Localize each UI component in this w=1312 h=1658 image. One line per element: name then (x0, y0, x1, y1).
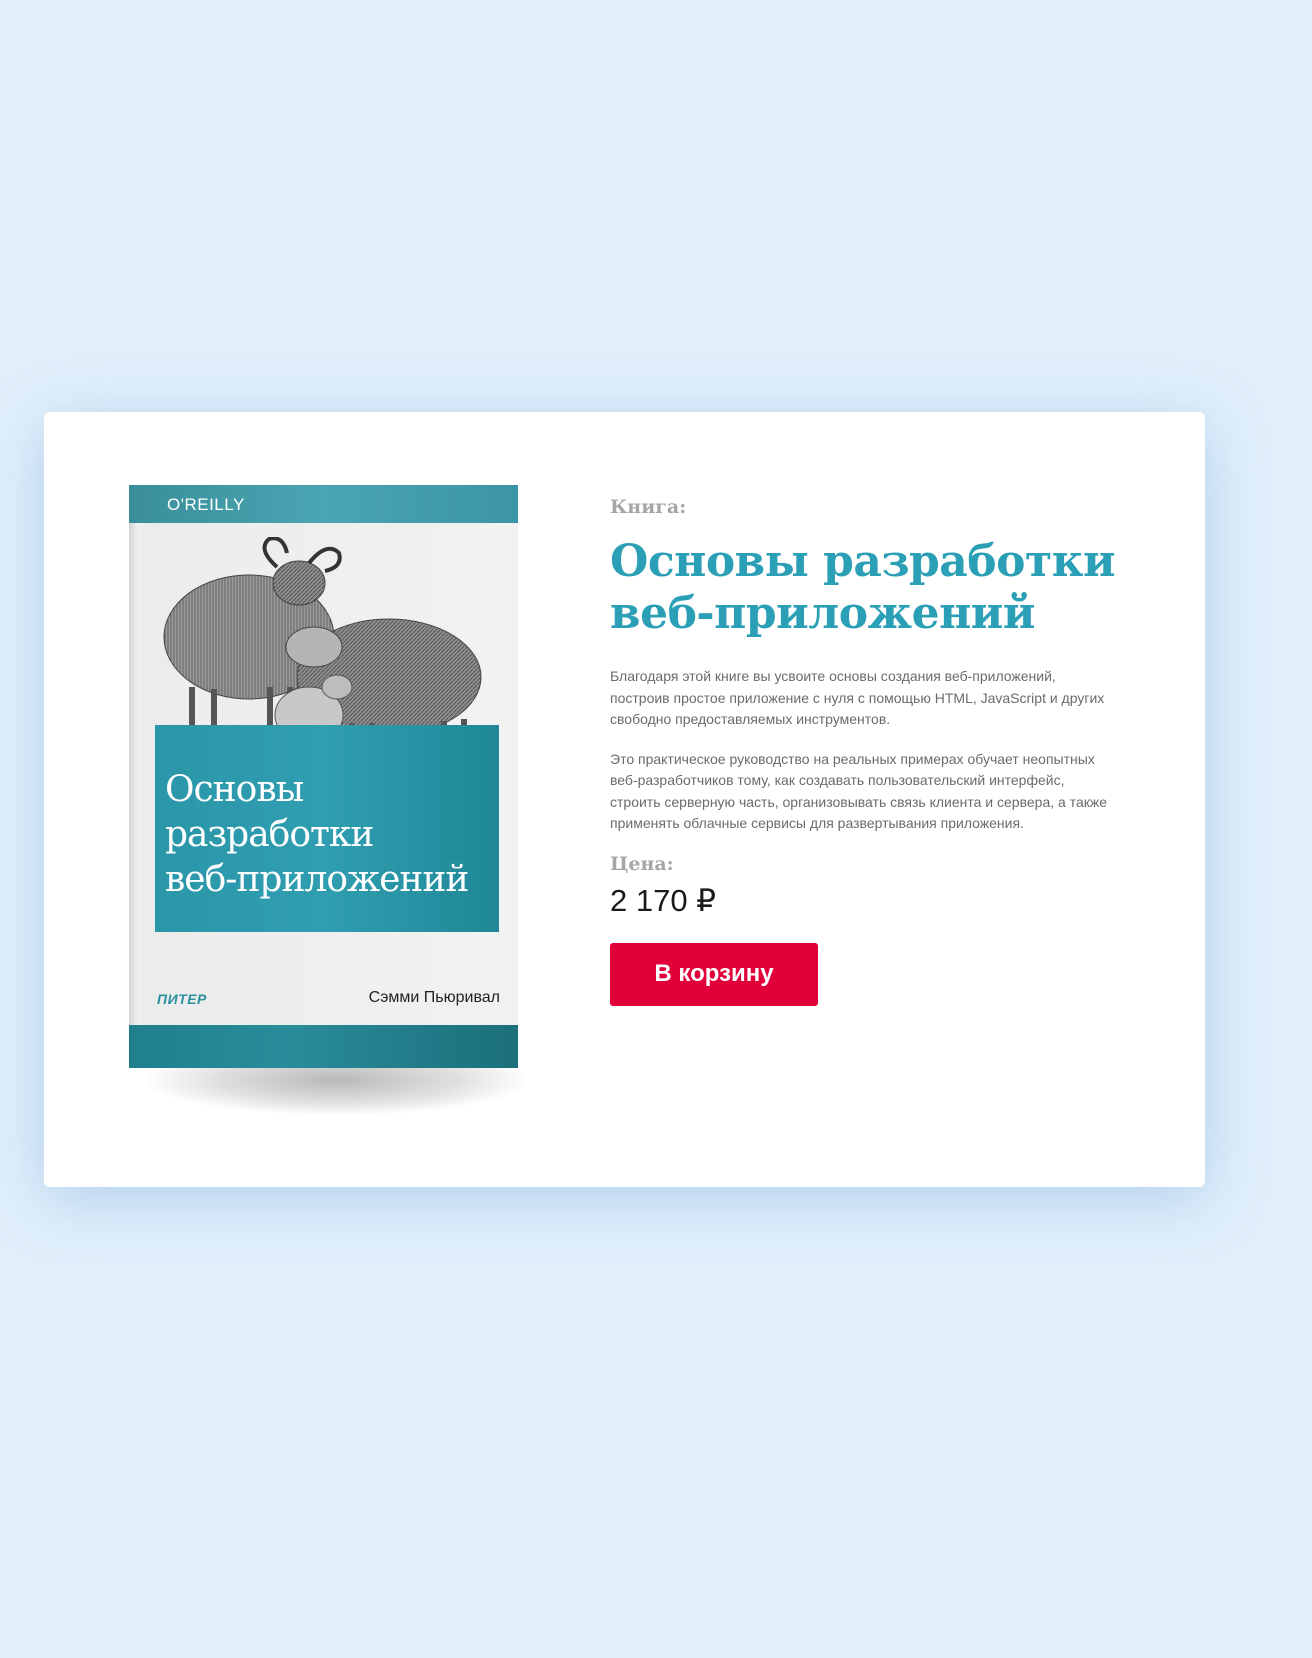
product-card: O'REILLY Основы разработки веб-приложени… (44, 412, 1205, 1187)
price-label: Цена: (610, 852, 674, 875)
oreilly-logo: O'REILLY (167, 495, 245, 514)
cover-title: Основы разработки веб-приложений (165, 767, 499, 902)
cover-title-line: разработки (165, 814, 374, 855)
price-value: 2 170 ₽ (610, 882, 716, 918)
cover-title-line: Основы (165, 769, 304, 810)
add-to-cart-button[interactable]: В корзину (610, 942, 818, 1006)
cover-bottom-bar (129, 1025, 518, 1068)
book-cover-image[interactable]: O'REILLY Основы разработки веб-приложени… (129, 485, 518, 1068)
description-paragraph: Благодаря этой книге вы усвоите основы с… (610, 668, 1105, 727)
book-title-line: веб-приложений (610, 588, 1036, 639)
book-description: Благодаря этой книге вы усвоите основы с… (610, 666, 1110, 835)
description-paragraph: Это практическое руководство на реальных… (610, 750, 1107, 832)
book-cover-wrapper: O'REILLY Основы разработки веб-приложени… (129, 485, 527, 1115)
cover-title-box: Основы разработки веб-приложений (155, 725, 499, 932)
book-title: Основы разработки веб-приложений (610, 536, 1130, 640)
book-label: Книга: (610, 496, 687, 518)
product-info: Книга: Основы разработки веб-приложений … (610, 496, 1130, 1006)
piter-logo: ПИТЕР (157, 991, 207, 1007)
cover-top-bar: O'REILLY (129, 485, 518, 523)
book-title-line: Основы разработки (610, 536, 1116, 587)
cover-author: Сэмми Пьюривал (368, 989, 500, 1006)
cover-title-line: веб-приложений (165, 859, 469, 900)
